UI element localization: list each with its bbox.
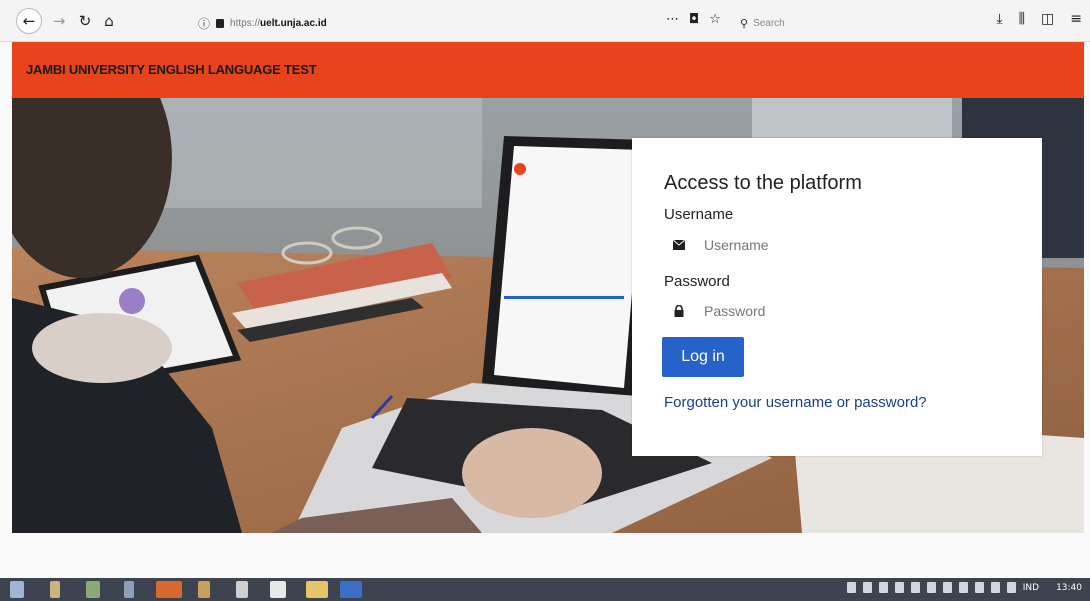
toolbar-right: ⤓ ⫼ ◫ ≡ [996,11,1082,27]
language-indicator[interactable]: IND [1023,583,1039,593]
app-icon[interactable] [124,581,134,598]
tray-icon[interactable] [862,582,872,593]
tray-icon[interactable] [942,582,952,593]
pocket-icon[interactable]: ◘ [689,12,699,27]
sidebar-icon[interactable]: ◫ [1041,11,1054,27]
forward-arrow-icon[interactable]: → [48,10,70,32]
app-icon[interactable] [270,581,286,598]
word-icon[interactable] [340,581,362,598]
forgot-password-link[interactable]: Forgotten your username or password? [664,394,927,411]
login-title: Access to the platform [664,172,862,194]
app-icon[interactable] [236,581,248,598]
site-header: JAMBI UNIVERSITY ENGLISH LANGUAGE TEST [12,42,1084,98]
site-title[interactable]: JAMBI UNIVERSITY ENGLISH LANGUAGE TEST [26,62,317,77]
login-button[interactable]: Log in [662,337,744,377]
tray-icon[interactable] [910,582,920,593]
menu-icon[interactable]: ≡ [1070,11,1082,27]
page-actions: ⋯ ◘ ☆ [666,12,721,27]
browser-toolbar: ← → ↻ ⌂ ⓘ https://uelt.unja.ac.id ⋯ ◘ ☆ … [0,0,1090,42]
clock[interactable]: 13:40 [1056,583,1082,593]
tray-icon[interactable] [878,582,888,593]
tray-icon[interactable] [894,582,904,593]
address-bar[interactable]: ⓘ https://uelt.unja.ac.id [198,13,608,33]
search-icon: ⚲ [740,16,749,30]
taskbar: IND 13:40 [0,578,1090,601]
home-icon[interactable]: ⌂ [98,10,120,32]
search-taskbar-icon[interactable] [50,581,60,598]
bookmark-star-icon[interactable]: ☆ [709,12,721,27]
back-arrow-icon[interactable]: ← [16,8,42,34]
password-input[interactable] [704,303,984,319]
password-label: Password [664,273,730,290]
username-input[interactable] [704,237,984,253]
envelope-icon [672,238,686,252]
library-icon[interactable]: ⫼ [1019,11,1025,27]
app-icon[interactable] [86,581,100,598]
lock-icon [216,18,225,28]
app-icon[interactable] [198,581,210,598]
search-placeholder: Search [753,17,785,29]
url-text: https://uelt.unja.ac.id [230,18,327,29]
reload-icon[interactable]: ↻ [74,10,96,32]
username-field[interactable] [664,230,1014,260]
volume-icon[interactable] [974,582,984,593]
tray-icon[interactable] [926,582,936,593]
url-host: uelt.unja.ac.id [260,17,327,29]
folder-icon[interactable] [306,581,328,598]
firefox-icon[interactable] [156,581,182,598]
search-box[interactable]: ⚲ Search [740,13,900,33]
tray-icon[interactable] [958,582,968,593]
login-card: Access to the platform Username Password… [632,138,1042,456]
username-label: Username [664,206,734,223]
password-field[interactable] [664,296,1014,326]
system-tray: IND 13:40 [846,582,1082,593]
more-icon[interactable]: ⋯ [666,12,679,27]
url-scheme: https:// [230,17,261,29]
tray-icon[interactable] [846,582,856,593]
info-icon[interactable]: ⓘ [198,15,210,32]
download-icon[interactable]: ⤓ [996,11,1002,27]
start-menu-icon[interactable] [10,581,24,598]
network-icon[interactable] [990,582,1000,593]
tray-icon[interactable] [1006,582,1016,593]
lock-icon [672,304,686,318]
